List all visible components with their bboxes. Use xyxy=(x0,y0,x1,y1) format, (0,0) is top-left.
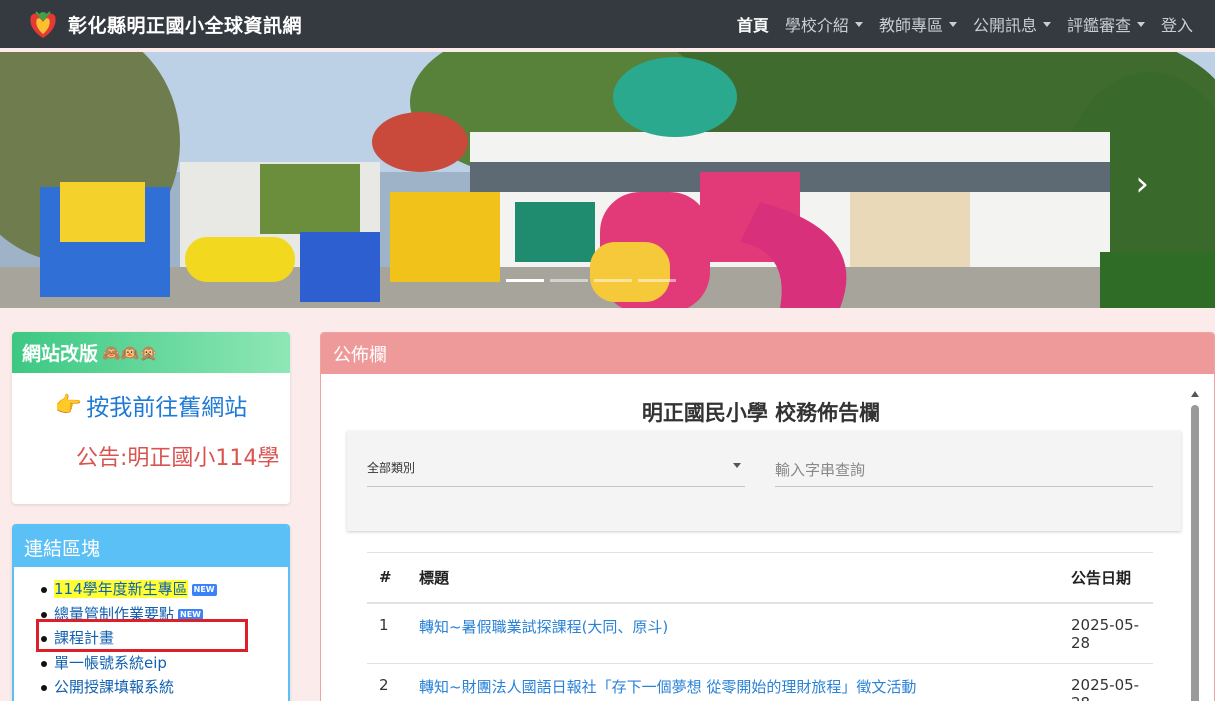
column-header: 標題 xyxy=(407,552,1059,604)
row-number: 1 xyxy=(367,602,407,664)
search-input[interactable] xyxy=(775,453,1153,487)
table-row: 2 轉知~財團法人國語日報社「存下一個夢想 從零開始的理財旅程」徵文活動 202… xyxy=(367,663,1153,701)
monkey-emoji-icon: 🙈🙉🙊 xyxy=(102,343,159,362)
carousel-indicator[interactable] xyxy=(550,279,588,282)
revision-card-title: 網站改版 xyxy=(22,343,99,365)
dropdown-arrow-icon xyxy=(733,463,741,468)
carousel-indicator[interactable] xyxy=(638,279,676,282)
carousel-indicators xyxy=(506,279,682,282)
column-header: 公告日期 xyxy=(1059,552,1153,604)
list-item[interactable]: 公開授課填報系統 xyxy=(41,675,288,700)
nav-public-info[interactable]: 公開訊息 xyxy=(973,12,1051,36)
column-header: # xyxy=(367,552,407,604)
nav-evaluation[interactable]: 評鑑審查 xyxy=(1067,12,1145,36)
link-label[interactable]: 114學年度新生專區 xyxy=(54,580,188,598)
chevron-right-icon[interactable]: › xyxy=(1135,164,1149,204)
marquee-notice: 公告:明正國小114學 xyxy=(76,446,280,471)
board-title: 明正國民小學 校務佈告欄 xyxy=(641,401,881,425)
list-item[interactable]: 單一帳號系統eip xyxy=(41,651,288,676)
announcement-date: 2025-05-28 xyxy=(1059,602,1153,664)
announcement-link[interactable]: 轉知~財團法人國語日報社「存下一個夢想 從零開始的理財旅程」徵文活動 xyxy=(407,663,1059,701)
top-navbar: 彰化縣明正國小全球資訊網 首頁 學校介紹 教師專區 公開訊息 評鑑審查 登入 xyxy=(0,0,1215,48)
carousel-indicator[interactable] xyxy=(506,279,544,282)
revision-card: 網站改版 🙈🙉🙊 👉 按我前往舊網站 公告:明正國小114學 xyxy=(12,332,290,504)
nav-login[interactable]: 登入 xyxy=(1161,12,1193,36)
nav-evaluation-label: 評鑑審查 xyxy=(1066,16,1131,35)
nav-home-label: 首頁 xyxy=(736,16,769,35)
hero-carousel[interactable]: › xyxy=(0,52,1215,308)
scroll-up-arrow-icon[interactable] xyxy=(1191,391,1199,397)
caret-down-icon xyxy=(948,21,957,27)
scrollbar-thumb[interactable] xyxy=(1191,405,1199,701)
pointing-hand-icon: 👉 xyxy=(54,392,83,418)
nav-teacher-zone[interactable]: 教師專區 xyxy=(879,12,957,36)
panel-scrollbar[interactable] xyxy=(1191,391,1200,701)
links-card: 連結區塊 114學年度新生專區 NEW 總量管制作業要點 NEW 課程計畫 單一帳號… xyxy=(12,524,290,701)
link-label[interactable]: 單一帳號系統eip xyxy=(54,654,167,672)
old-site-link-label: 按我前往舊網站 xyxy=(86,395,248,421)
bulletin-panel: 公佈欄 明正國民小學 校務佈告欄 全部類別 # 標題 公告日期 1 轉知~暑假職… xyxy=(320,332,1215,701)
table-header-row: # 標題 公告日期 xyxy=(367,552,1153,604)
highlight-box xyxy=(36,619,248,652)
nav-teacher-zone-label: 教師專區 xyxy=(878,16,943,35)
nav-public-info-label: 公開訊息 xyxy=(972,16,1037,35)
brand[interactable]: 彰化縣明正國小全球資訊網 xyxy=(26,7,302,41)
nav-school-intro-label: 學校介紹 xyxy=(784,16,849,35)
carousel-indicator[interactable] xyxy=(594,279,632,282)
nav-login-label: 登入 xyxy=(1160,16,1193,35)
announcement-table: # 標題 公告日期 1 轉知~暑假職業試探課程(大同、原斗) 2025-05-2… xyxy=(367,552,1153,701)
link-label[interactable]: 公開授課填報系統 xyxy=(54,678,174,696)
category-select[interactable]: 全部類別 xyxy=(367,453,745,487)
category-select-value: 全部類別 xyxy=(367,461,416,475)
filter-box: 全部類別 xyxy=(347,431,1181,531)
table-row: 1 轉知~暑假職業試探課程(大同、原斗) 2025-05-28 xyxy=(367,602,1153,664)
old-site-link[interactable]: 👉 按我前往舊網站 xyxy=(12,388,290,422)
caret-down-icon xyxy=(1042,21,1051,27)
new-badge-icon: NEW xyxy=(191,584,217,596)
site-title: 彰化縣明正國小全球資訊網 xyxy=(68,14,303,37)
playground-photo xyxy=(0,52,1215,308)
announcement-date: 2025-05-28 xyxy=(1059,663,1153,701)
nav-home[interactable]: 首頁 xyxy=(737,12,769,36)
school-logo-icon xyxy=(30,11,56,38)
bulletin-panel-header: 公佈欄 xyxy=(321,333,1214,374)
caret-down-icon xyxy=(1136,21,1145,27)
announcement-link[interactable]: 轉知~暑假職業試探課程(大同、原斗) xyxy=(407,602,1059,664)
revision-card-header: 網站改版 🙈🙉🙊 xyxy=(12,332,290,373)
main-nav: 首頁 學校介紹 教師專區 公開訊息 評鑑審查 登入 xyxy=(721,0,1193,48)
row-number: 2 xyxy=(367,663,407,701)
list-item[interactable]: 114學年度新生專區 NEW xyxy=(41,577,288,602)
links-card-header: 連結區塊 xyxy=(14,526,288,567)
caret-down-icon xyxy=(854,21,863,27)
nav-school-intro[interactable]: 學校介紹 xyxy=(785,12,863,36)
